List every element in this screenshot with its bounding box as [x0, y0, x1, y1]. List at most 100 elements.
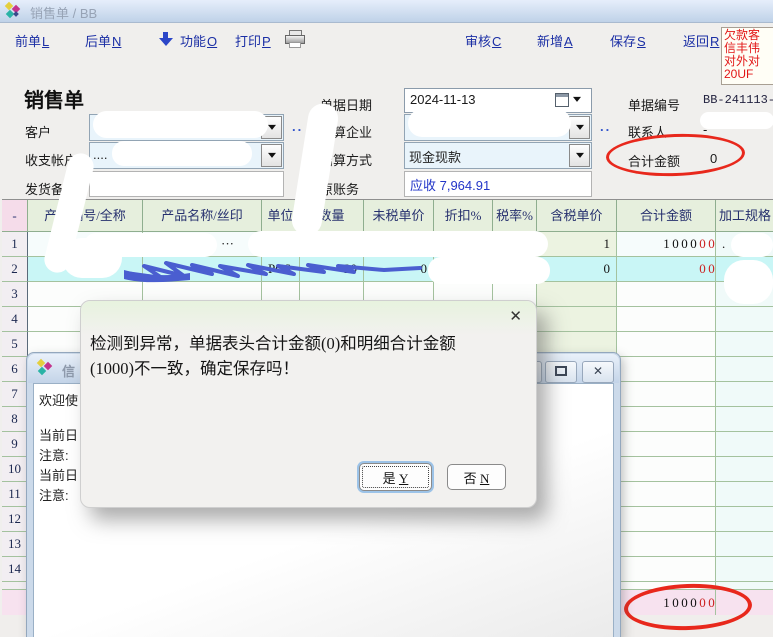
- table-cell-spec[interactable]: [716, 557, 773, 582]
- table-cell-amount[interactable]: [617, 282, 716, 307]
- row-number[interactable]: 12: [2, 507, 28, 532]
- no-button[interactable]: 否 N: [447, 464, 506, 490]
- table-cell-amount[interactable]: [617, 382, 716, 407]
- table-cell-spec[interactable]: [716, 482, 773, 507]
- table-cell-spec[interactable]: [716, 507, 773, 532]
- info-line: 欢迎使: [39, 390, 78, 409]
- debt-warning-note: 欠款客 信丰伟 对外对 20UF: [721, 27, 773, 85]
- close-icon[interactable]: ✕: [509, 307, 522, 325]
- table-cell-amount[interactable]: [617, 357, 716, 382]
- confirm-save-dialog: ✕ 检测到异常，单据表头合计金额(0)和明细合计金额 (1000)不一致，确定保…: [80, 300, 537, 508]
- row-number[interactable]: 2: [2, 257, 28, 282]
- table-cell-spec[interactable]: [716, 407, 773, 432]
- table-cell-amount[interactable]: [617, 507, 716, 532]
- restore-button[interactable]: [545, 361, 577, 383]
- redaction-mark: [731, 233, 773, 257]
- amount-decimal-digit: 0: [708, 236, 715, 252]
- info-line: 当前日: [39, 465, 78, 484]
- table-cell-amount[interactable]: 100000: [617, 232, 716, 257]
- column-header: 产品名称/丝印: [143, 200, 262, 232]
- table-cell-amount[interactable]: [617, 432, 716, 457]
- table-cell-amount[interactable]: [617, 407, 716, 432]
- table-cell-spec[interactable]: [716, 332, 773, 357]
- column-header: 合计金额: [617, 200, 716, 232]
- doc-no-label: 单据编号: [628, 95, 680, 114]
- back-button[interactable]: 返回R: [683, 31, 719, 50]
- customer-lookup-dots[interactable]: ..: [292, 119, 303, 134]
- functions-button[interactable]: 功能O: [180, 31, 217, 50]
- column-header: 折扣%: [434, 200, 493, 232]
- next-doc-button[interactable]: 后单N: [85, 31, 121, 50]
- redaction-mark: [93, 111, 268, 138]
- row-number[interactable]: 15: [2, 582, 28, 590]
- down-arrow-icon[interactable]: [159, 32, 173, 47]
- table-cell-taxprice[interactable]: 1: [537, 232, 617, 257]
- app-icon: [4, 2, 22, 20]
- table-cell-spec[interactable]: [716, 457, 773, 482]
- table-cell-spec[interactable]: [716, 357, 773, 382]
- ship-note-input[interactable]: [89, 171, 284, 197]
- customer-label: 客户: [25, 122, 51, 141]
- row-number[interactable]: 8: [2, 407, 28, 432]
- header-total-circle-annotation: [605, 132, 745, 179]
- table-cell-spec[interactable]: [716, 307, 773, 332]
- printer-icon[interactable]: [285, 30, 305, 48]
- total-row-cell-num: [2, 590, 28, 616]
- table-cell-amount[interactable]: [617, 332, 716, 357]
- row-number[interactable]: 9: [2, 432, 28, 457]
- yes-button[interactable]: 是 Y: [359, 463, 432, 491]
- info-line: 当前日: [39, 425, 78, 444]
- table-cell-spec[interactable]: [716, 432, 773, 457]
- table-cell-amount[interactable]: [617, 307, 716, 332]
- audit-button[interactable]: 审核C: [465, 31, 501, 50]
- redaction-mark: [112, 141, 252, 166]
- add-button[interactable]: 新增A: [537, 31, 573, 50]
- contact-value: -: [703, 122, 707, 137]
- row-number[interactable]: 11: [2, 482, 28, 507]
- table-cell-taxprice[interactable]: [537, 307, 617, 332]
- column-header: 未税单价: [364, 200, 434, 232]
- row-number[interactable]: 10: [2, 457, 28, 482]
- table-cell-amount[interactable]: [617, 532, 716, 557]
- row-number[interactable]: 6: [2, 357, 28, 382]
- column-header: -: [2, 200, 28, 232]
- redaction-mark: [248, 231, 548, 257]
- chevron-down-icon[interactable]: [573, 97, 581, 106]
- column-header: 加工规格: [716, 200, 773, 232]
- table-cell-amount[interactable]: [617, 557, 716, 582]
- amount-digit: 0: [690, 236, 697, 252]
- app-icon: [36, 359, 54, 377]
- chevron-down-icon[interactable]: [261, 144, 282, 167]
- row-number[interactable]: 1: [2, 232, 28, 257]
- row-number[interactable]: 7: [2, 382, 28, 407]
- title-bar: 销售单 / BB: [0, 0, 773, 23]
- prev-doc-button[interactable]: 前单L: [15, 31, 49, 50]
- row-number[interactable]: 3: [2, 282, 28, 307]
- redaction-mark: [700, 112, 773, 129]
- chevron-down-icon[interactable]: [569, 144, 590, 167]
- row-number[interactable]: 5: [2, 332, 28, 357]
- table-cell-spec[interactable]: [716, 382, 773, 407]
- print-button[interactable]: 打印P: [235, 31, 271, 50]
- amount-digit: 1: [663, 236, 670, 252]
- row-number[interactable]: 13: [2, 532, 28, 557]
- amount-decimal-digit: 0: [699, 236, 706, 252]
- calendar-icon[interactable]: [555, 93, 569, 107]
- amount-digit: 0: [672, 236, 679, 252]
- doc-no-value: BB-241113-: [703, 93, 773, 107]
- table-cell-amount[interactable]: 00: [617, 257, 716, 282]
- close-icon[interactable]: ✕: [582, 361, 614, 383]
- table-cell-amount[interactable]: [617, 482, 716, 507]
- row-number[interactable]: 14: [2, 557, 28, 582]
- row-number[interactable]: 4: [2, 307, 28, 332]
- window-title: 销售单 / BB: [30, 3, 97, 22]
- chevron-down-icon[interactable]: [569, 116, 590, 139]
- table-cell-taxprice[interactable]: [537, 282, 617, 307]
- save-button[interactable]: 保存S: [610, 31, 646, 50]
- page-title: 销售单: [24, 84, 84, 113]
- settle-method-combo[interactable]: 现金现款: [404, 142, 592, 169]
- redaction-mark: [120, 257, 440, 285]
- table-cell-amount[interactable]: [617, 457, 716, 482]
- settle-company-lookup-dots[interactable]: ..: [600, 119, 611, 134]
- table-cell-spec[interactable]: [716, 532, 773, 557]
